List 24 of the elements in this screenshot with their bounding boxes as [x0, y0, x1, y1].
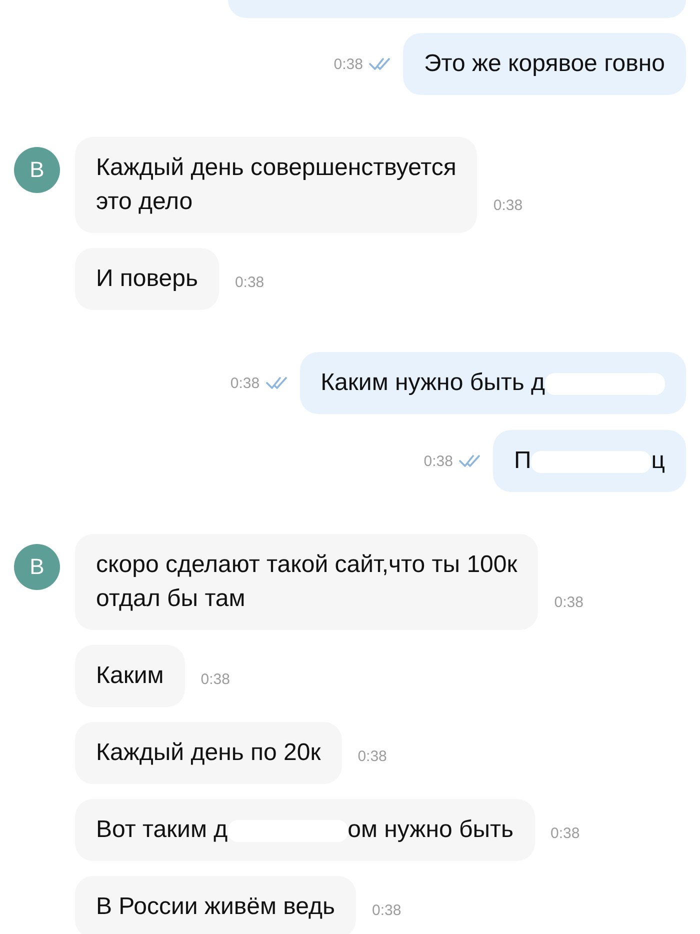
message-text: Это же корявое говно [424, 50, 665, 77]
message-text: И поверь [96, 265, 198, 292]
message-text: скоро сделают такой сайт,что ты 100к отдал бы там [96, 551, 518, 612]
avatar[interactable]: В [14, 147, 60, 193]
message-time: 0:38 [230, 374, 260, 392]
message-time: 0:38 [234, 274, 264, 293]
message-time: 0:38 [493, 197, 523, 216]
message-time: 0:38 [550, 825, 580, 844]
message-text: Вот таким д [96, 816, 228, 843]
message-time: 0:38 [424, 452, 453, 470]
message-time: 0:38 [200, 671, 230, 690]
message-text: ом нужно быть [348, 816, 514, 843]
message-text: В России живём ведь [96, 893, 335, 920]
message-text: П [514, 447, 532, 474]
avatar[interactable]: В [14, 544, 60, 590]
message-text: Каждый день совершенствуется это дело [96, 154, 456, 215]
message-time: 0:38 [358, 748, 387, 767]
message-time: 0:38 [372, 902, 402, 921]
message-text: ц [651, 447, 665, 474]
message-time: 0:38 [334, 56, 363, 72]
message-time: 0:38 [554, 594, 584, 613]
message-text: Каким [96, 662, 164, 689]
message-text: Каждый день по 20к [96, 739, 321, 766]
message-text: Каким нужно быть д [320, 369, 545, 396]
